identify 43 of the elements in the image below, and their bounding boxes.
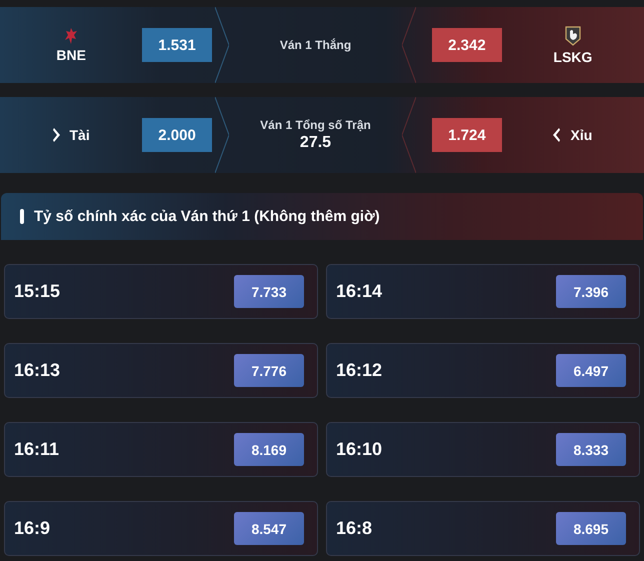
option-label: LSKG (553, 48, 592, 64)
chevron-left-icon (553, 128, 560, 142)
market-line: 27.5 (300, 134, 332, 152)
header-accent-bar (20, 209, 24, 224)
odds-button[interactable]: 7.733 (234, 275, 304, 308)
score-card[interactable]: 15:15 7.733 (4, 264, 318, 319)
odds-button[interactable]: 6.497 (556, 354, 626, 387)
odds-button[interactable]: 7.396 (556, 275, 626, 308)
score-label: 16:11 (14, 439, 60, 460)
odds-button[interactable]: 7.776 (234, 354, 304, 387)
odds-button[interactable]: 8.169 (234, 433, 304, 466)
score-card[interactable]: 16:11 8.169 (4, 422, 318, 477)
score-label: 16:10 (336, 439, 382, 460)
odds-button[interactable]: 8.695 (556, 512, 626, 545)
separator-chevron-icon (214, 97, 229, 173)
score-label: 16:8 (336, 518, 372, 539)
score-label: 16:14 (336, 281, 382, 302)
option-label: BNE (56, 46, 86, 62)
chevron-right-icon (52, 128, 60, 142)
score-label: 16:13 (14, 360, 60, 381)
odds-button[interactable]: 1.531 (142, 28, 212, 62)
odds-button[interactable]: 1.724 (432, 118, 502, 152)
score-card[interactable]: 16:9 8.547 (4, 501, 318, 556)
odds-button[interactable]: 2.000 (142, 118, 212, 152)
odds-button[interactable]: 8.333 (556, 433, 626, 466)
option-label: Tài (70, 127, 90, 143)
separator-chevron-icon (402, 7, 416, 83)
score-card[interactable]: 16:12 6.497 (326, 343, 640, 398)
score-card[interactable]: 16:8 8.695 (326, 501, 640, 556)
separator-chevron-icon (402, 97, 416, 173)
odds-button[interactable]: 8.547 (234, 512, 304, 545)
score-card[interactable]: 16:10 8.333 (326, 422, 640, 477)
score-label: 16:12 (336, 360, 382, 381)
section-title: Tỷ số chính xác của Ván thứ 1 (Không thêm giờ) (34, 208, 380, 225)
market-title: Ván 1 Tổng số Trận (260, 118, 371, 132)
score-label: 16:9 (14, 518, 50, 539)
option-label: Xỉu (570, 127, 592, 143)
market-title: Ván 1 Thắng (280, 38, 352, 52)
separator-chevron-icon (214, 7, 229, 83)
score-card[interactable]: 16:13 7.776 (4, 343, 318, 398)
score-card[interactable]: 16:14 7.396 (326, 264, 640, 319)
score-label: 15:15 (14, 281, 60, 302)
odds-button[interactable]: 2.342 (432, 28, 502, 62)
